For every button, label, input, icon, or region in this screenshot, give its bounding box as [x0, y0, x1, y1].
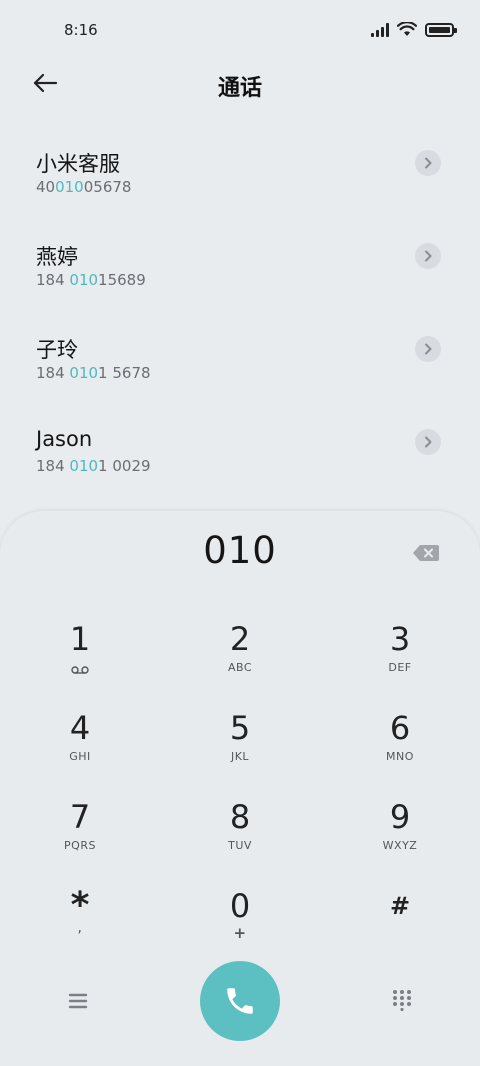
key-8[interactable]: 8 TUV [170, 797, 310, 877]
contact-item[interactable]: 子玲 184 0101 5678 [0, 312, 480, 405]
key-letters: ABC [227, 661, 253, 674]
contact-name: 小米客服 [36, 152, 120, 176]
number-match-highlight: 010 [69, 457, 99, 475]
page-title: 通话 [217, 76, 262, 101]
key-2[interactable]: 2 ABC [170, 619, 310, 699]
contact-detail-button[interactable] [415, 243, 441, 269]
key-digit: 0 [229, 887, 251, 925]
dialpad-bottom-bar [0, 961, 480, 1041]
contact-name: Jason [36, 427, 93, 451]
contact-number: 184 0101 0029 [36, 457, 151, 475]
key-letters: DEF [388, 661, 412, 674]
dialpad-toggle-button[interactable] [392, 989, 412, 1012]
dialpad: 010 1 2 ABC 3 DEF 4 GHI 5 JKL 6 MNO 7 PQ… [0, 511, 480, 1066]
key-digit: 5 [229, 709, 251, 747]
status-time: 8:16 [64, 21, 98, 39]
key-digit: 8 [229, 798, 251, 836]
dialpad-icon [393, 990, 411, 1012]
contact-detail-button[interactable] [415, 336, 441, 362]
number-match-highlight: 010 [55, 178, 84, 196]
key-3[interactable]: 3 DEF [330, 619, 470, 699]
chevron-right-icon [425, 436, 432, 448]
key-digit: 2 [229, 620, 251, 658]
key-letters: MNO [386, 750, 414, 763]
key-4[interactable]: 4 GHI [10, 708, 150, 788]
key-digit: # [389, 892, 411, 920]
contact-name: 子玲 [36, 338, 78, 362]
key-0[interactable]: 0 + [170, 886, 310, 966]
key-7[interactable]: 7 PQRS [10, 797, 150, 877]
key-letters: , [77, 920, 83, 936]
contact-number: 184 0101 5678 [36, 364, 151, 382]
contact-item[interactable]: 小米客服 4001005678 [0, 126, 480, 219]
contact-list: 小米客服 4001005678 燕婷 184 01015689 子玲 184 0… [0, 126, 480, 498]
contact-item[interactable]: Jason 184 0101 0029 [0, 405, 480, 498]
key-digit: 7 [69, 798, 91, 836]
contact-number: 184 01015689 [36, 271, 146, 289]
delete-button[interactable] [412, 544, 440, 562]
chevron-right-icon [425, 343, 432, 355]
key-5[interactable]: 5 JKL [170, 708, 310, 788]
wifi-icon [397, 22, 417, 36]
key-9[interactable]: 9 WXYZ [330, 797, 470, 877]
contact-number: 4001005678 [36, 178, 132, 196]
signal-icon [371, 22, 389, 37]
key-1[interactable]: 1 [10, 619, 150, 699]
key-digit: 6 [389, 709, 411, 747]
contact-item[interactable]: 燕婷 184 01015689 [0, 219, 480, 312]
key-letters: GHI [69, 750, 91, 763]
key-hash[interactable]: # [330, 886, 470, 966]
key-digit: 3 [389, 620, 411, 658]
key-letters: JKL [230, 750, 250, 763]
key-digit: 4 [69, 709, 91, 747]
chevron-right-icon [425, 157, 432, 169]
battery-icon [425, 22, 457, 37]
number-match-highlight: 010 [69, 271, 99, 289]
contact-detail-button[interactable] [415, 150, 441, 176]
key-letters: + [233, 924, 247, 942]
key-letters: TUV [228, 839, 252, 852]
contact-name: 燕婷 [36, 245, 78, 269]
status-icons [371, 22, 457, 37]
key-letters: WXYZ [382, 839, 418, 852]
key-star[interactable]: * , [10, 886, 150, 966]
menu-button[interactable] [66, 989, 90, 1013]
header: 通话 [0, 58, 480, 108]
status-bar: 8:16 [0, 0, 480, 62]
number-match-highlight: 010 [69, 364, 99, 382]
dial-input[interactable]: 010 [0, 529, 480, 572]
key-6[interactable]: 6 MNO [330, 708, 470, 788]
contact-detail-button[interactable] [415, 429, 441, 455]
phone-icon [227, 988, 253, 1014]
voicemail-icon [71, 666, 89, 674]
key-digit: 1 [69, 620, 91, 658]
backspace-icon [413, 545, 439, 561]
call-button[interactable] [200, 961, 280, 1041]
menu-icon [68, 993, 88, 1009]
key-letters: PQRS [64, 839, 96, 852]
key-digit: 9 [389, 798, 411, 836]
chevron-right-icon [425, 250, 432, 262]
